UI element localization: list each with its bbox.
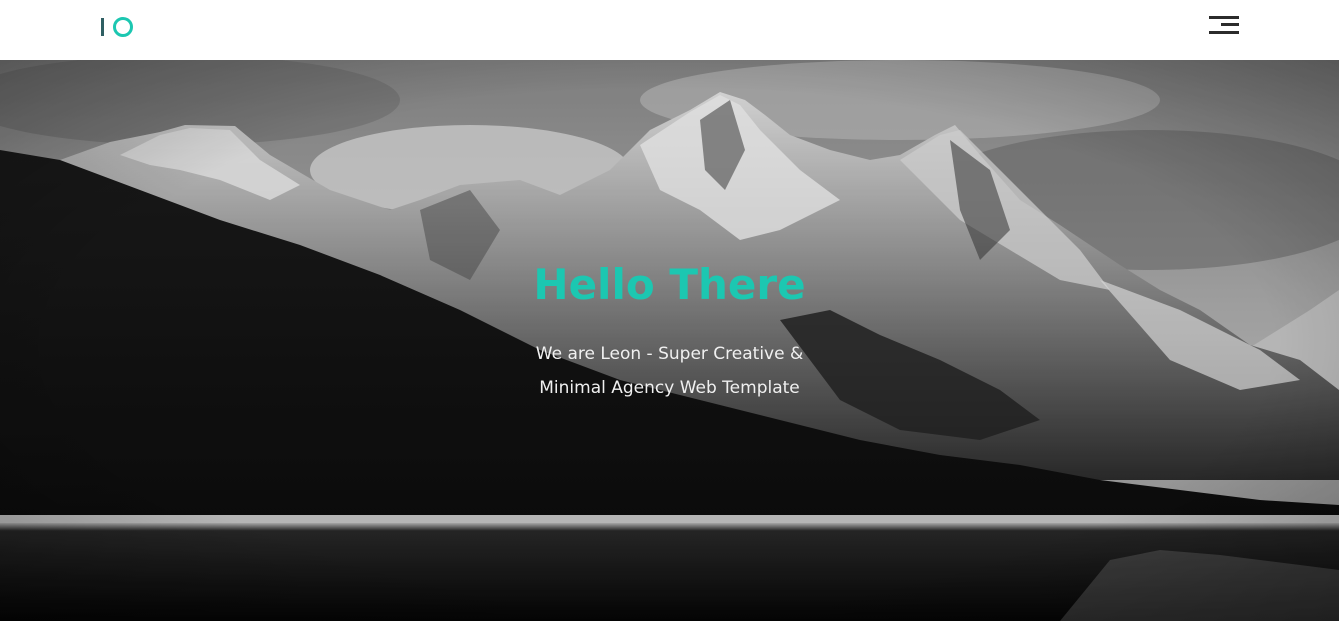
hero-section: Hello There We are Leon - Super Creative… (0, 60, 1339, 621)
hero-subtitle-line-2: Minimal Agency Web Template (539, 378, 800, 398)
logo-ring-mark (113, 17, 133, 37)
logo[interactable] (100, 16, 136, 40)
hero-content: Hello There We are Leon - Super Creative… (0, 255, 1339, 405)
menu-line-top (1209, 16, 1239, 19)
hamburger-menu-icon[interactable] (1206, 14, 1242, 38)
menu-line-bottom (1209, 31, 1239, 34)
menu-line-middle (1221, 23, 1239, 26)
hero-title: Hello There (533, 260, 806, 309)
hero-subtitle: We are Leon - Super Creative & Minimal A… (510, 337, 830, 405)
hero-subtitle-line-1: We are Leon - Super Creative & (535, 344, 804, 364)
site-header (0, 0, 1339, 60)
logo-bar-mark (101, 18, 104, 36)
